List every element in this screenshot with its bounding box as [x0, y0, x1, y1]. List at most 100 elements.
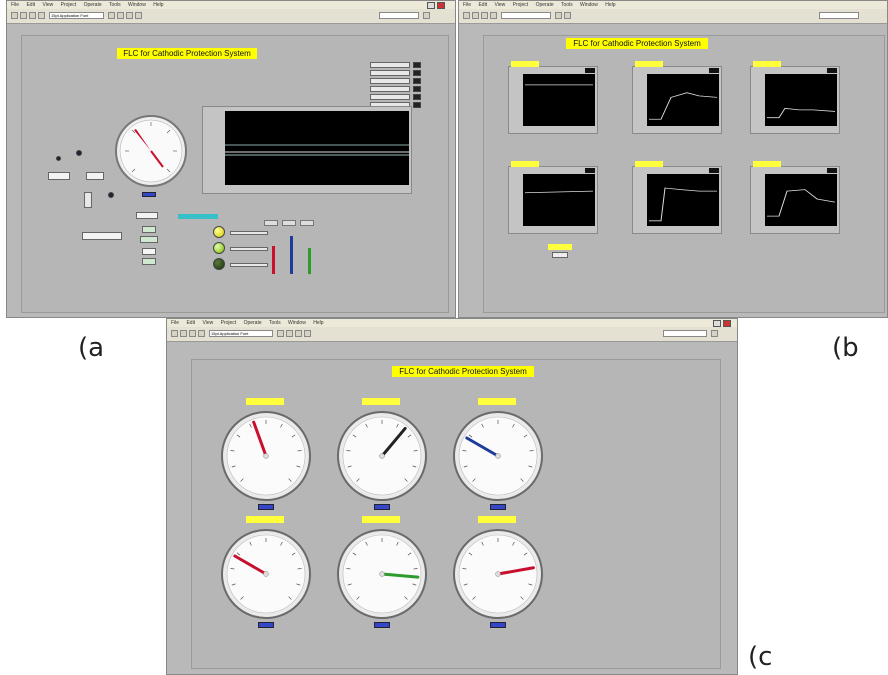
waveform-trace — [524, 190, 594, 194]
font-dropdown[interactable]: 15pt Application Font — [209, 330, 273, 337]
menu-operate[interactable]: Operate — [84, 2, 102, 8]
font-dropdown[interactable]: 15pt Application Font — [49, 12, 104, 19]
menu-view[interactable]: View — [202, 320, 213, 326]
abort-icon[interactable] — [29, 12, 36, 19]
slider-blue[interactable] — [290, 236, 293, 274]
menu-edit[interactable]: Edit — [478, 2, 487, 8]
caption-b: (b — [832, 333, 859, 363]
caption-a: (a — [78, 333, 105, 363]
gauge-dial — [337, 529, 427, 619]
distribute-icon[interactable] — [564, 12, 571, 19]
help-icon[interactable] — [711, 330, 718, 337]
menu-tools[interactable]: Tools — [561, 2, 573, 8]
pause-icon[interactable] — [490, 12, 497, 19]
gauge-digital — [490, 622, 506, 628]
help-icon[interactable] — [423, 12, 430, 19]
pause-icon[interactable] — [38, 12, 45, 19]
font-dropdown[interactable] — [501, 12, 551, 19]
distribute-icon[interactable] — [286, 330, 293, 337]
menu-tools[interactable]: Tools — [269, 320, 281, 326]
toggle-switch[interactable] — [84, 192, 92, 208]
numeric-control[interactable] — [82, 232, 122, 240]
menu-help[interactable]: Help — [605, 2, 615, 8]
minimize-icon[interactable] — [427, 2, 435, 9]
close-icon[interactable] — [437, 2, 445, 9]
waveform-trace — [767, 189, 836, 217]
menu-edit[interactable]: Edit — [186, 320, 195, 326]
legend-swatch — [585, 68, 595, 73]
reorder-icon[interactable] — [135, 12, 142, 19]
run-arrow-icon[interactable] — [11, 12, 18, 19]
panel-b-toolbar — [459, 9, 887, 24]
menu-view[interactable]: View — [42, 2, 53, 8]
run-continuous-icon[interactable] — [180, 330, 187, 337]
search-input[interactable] — [663, 330, 707, 337]
waveform-svg — [649, 92, 718, 120]
search-input[interactable] — [819, 12, 859, 19]
panel-b-window: File Edit View Project Operate Tools Win… — [458, 0, 888, 318]
menu-help[interactable]: Help — [313, 320, 323, 326]
indicator-list-item — [370, 78, 410, 84]
menu-file[interactable]: File — [463, 2, 471, 8]
minimize-icon[interactable] — [713, 320, 721, 327]
waveform-chart — [508, 61, 598, 134]
menu-help[interactable]: Help — [153, 2, 163, 8]
slider-red[interactable] — [272, 246, 275, 274]
resize-icon[interactable] — [126, 12, 133, 19]
align-icon[interactable] — [277, 330, 284, 337]
chart-title-label — [753, 61, 781, 67]
align-icon[interactable] — [108, 12, 115, 19]
menu-edit[interactable]: Edit — [26, 2, 35, 8]
run-arrow-icon[interactable] — [463, 12, 470, 19]
menu-operate[interactable]: Operate — [536, 2, 554, 8]
menu-project[interactable]: Project — [61, 2, 77, 8]
reorder-icon[interactable] — [304, 330, 311, 337]
numeric-control[interactable] — [142, 226, 156, 233]
resize-icon[interactable] — [295, 330, 302, 337]
status-led — [56, 156, 61, 161]
menu-tools[interactable]: Tools — [109, 2, 121, 8]
panel-c-front-panel: FLC for Cathodic Protection System — [191, 359, 721, 669]
menu-project[interactable]: Project — [513, 2, 529, 8]
numeric-control[interactable] — [86, 172, 104, 180]
numeric-control[interactable] — [48, 172, 70, 180]
align-icon[interactable] — [555, 12, 562, 19]
indicator-list-item — [370, 62, 410, 68]
indicator-list-item — [370, 94, 410, 100]
menu-project[interactable]: Project — [221, 320, 237, 326]
gauge-label — [362, 398, 400, 405]
run-continuous-icon[interactable] — [472, 12, 479, 19]
menu-window[interactable]: Window — [288, 320, 306, 326]
search-input[interactable] — [379, 12, 419, 19]
panel-a-menubar: File Edit View Project Operate Tools Win… — [7, 1, 455, 9]
numeric-control[interactable] — [142, 258, 156, 265]
menu-operate[interactable]: Operate — [244, 320, 262, 326]
waveform-chart — [750, 61, 840, 134]
legend-swatch — [827, 168, 837, 173]
abort-icon[interactable] — [481, 12, 488, 19]
caption-c: (c — [748, 642, 773, 672]
distribute-icon[interactable] — [117, 12, 124, 19]
slider-green[interactable] — [308, 248, 311, 274]
chart-title-label — [635, 61, 663, 67]
menu-file[interactable]: File — [11, 2, 19, 8]
gauge-digital — [374, 622, 390, 628]
run-arrow-icon[interactable] — [171, 330, 178, 337]
numeric-control[interactable] — [142, 248, 156, 255]
numeric-control[interactable] — [140, 236, 158, 243]
gauge — [336, 528, 428, 620]
chart-title-label — [753, 161, 781, 167]
abort-icon[interactable] — [189, 330, 196, 337]
pause-icon[interactable] — [198, 330, 205, 337]
run-continuous-icon[interactable] — [20, 12, 27, 19]
menu-file[interactable]: File — [171, 320, 179, 326]
menu-view[interactable]: View — [494, 2, 505, 8]
waveform-plot-area — [523, 174, 595, 226]
menu-window[interactable]: Window — [580, 2, 598, 8]
menu-window[interactable]: Window — [128, 2, 146, 8]
gauge — [220, 528, 312, 620]
numeric-control[interactable] — [136, 212, 158, 219]
waveform-chart — [508, 161, 598, 234]
status-led — [413, 94, 421, 100]
close-icon[interactable] — [723, 320, 731, 327]
